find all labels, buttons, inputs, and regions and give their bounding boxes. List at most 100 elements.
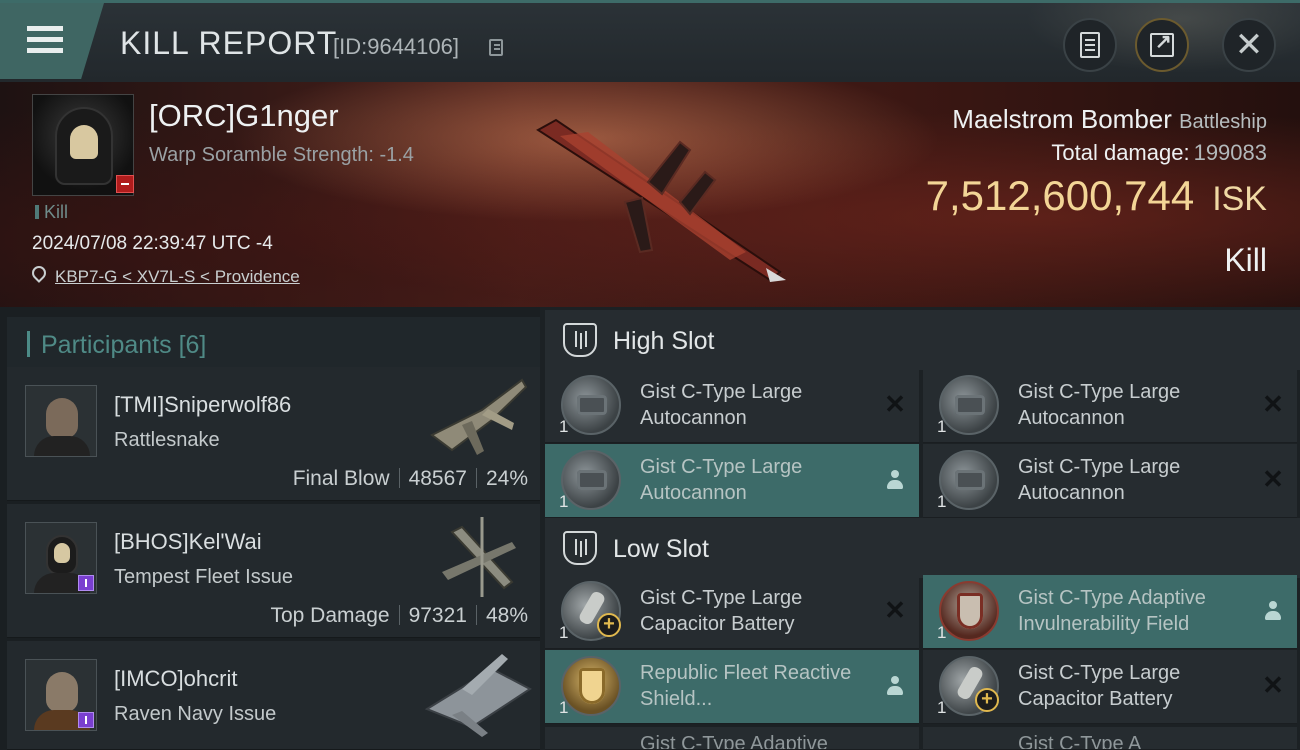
module-quantity: 1 bbox=[937, 623, 947, 642]
participant-damage-percent: 48% bbox=[485, 604, 528, 627]
avatar-body bbox=[34, 436, 90, 456]
participant-card[interactable]: [BHOS]Kel'Wai Tempest Fleet Issue Top Da… bbox=[7, 504, 540, 638]
warp-scramble-strength: Warp Soramble Strength: -1.4 bbox=[149, 144, 414, 166]
avatar-head bbox=[46, 672, 78, 712]
module-item[interactable]: Gist C-Type A bbox=[923, 727, 1297, 750]
module-item[interactable]: 1 Republic Fleet Reactive Shield... bbox=[545, 650, 919, 724]
low-slot-title: Low Slot bbox=[613, 535, 709, 563]
share-icon bbox=[1150, 29, 1174, 57]
module-quantity: 1 bbox=[559, 698, 569, 717]
module-quantity: 1 bbox=[937, 698, 947, 717]
module-name: Gist C-Type Adaptive bbox=[640, 733, 828, 750]
participants-header: Participants [6] bbox=[7, 317, 540, 372]
participants-count: [6] bbox=[178, 331, 207, 359]
avatar-mask bbox=[54, 543, 70, 563]
low-slot-icon bbox=[563, 531, 597, 565]
report-id: [ID:9644106] bbox=[333, 34, 459, 59]
total-damage: Total damage: 199083 bbox=[1051, 140, 1267, 166]
participant-damage: 97321 bbox=[408, 604, 467, 627]
destroyed-icon: ✕ bbox=[1262, 670, 1284, 700]
module-item[interactable]: + 1 Gist C-Type Large Capacitor Battery … bbox=[923, 650, 1297, 724]
destroyed-icon: ✕ bbox=[884, 595, 906, 625]
victim-ship-image bbox=[536, 118, 786, 282]
close-icon: ✕ bbox=[1234, 26, 1264, 64]
low-slot-header: Low Slot bbox=[545, 518, 1300, 578]
participant-avatar bbox=[25, 385, 97, 457]
participant-card[interactable]: [IMCO]ohcrit Raven Navy Issue bbox=[7, 641, 540, 750]
victim-ship[interactable]: Maelstrom Bomber Battleship bbox=[952, 104, 1267, 135]
module-item[interactable]: Gist C-Type Adaptive bbox=[545, 727, 919, 750]
kill-result: Kill bbox=[1224, 242, 1267, 278]
ship-name: Maelstrom Bomber bbox=[952, 104, 1172, 134]
plus-icon: + bbox=[975, 688, 999, 712]
module-item[interactable]: 1 Gist C-Type Large Autocannon ✕ bbox=[923, 369, 1297, 443]
participant-card[interactable]: [TMI]Sniperwolf86 Rattlesnake Final Blow… bbox=[7, 367, 540, 501]
hostile-badge-icon bbox=[116, 175, 134, 193]
destroyed-icon: ✕ bbox=[884, 389, 906, 419]
menu-button[interactable] bbox=[0, 3, 104, 79]
avatar-mask bbox=[70, 125, 98, 159]
participant-damage-percent: 24% bbox=[485, 467, 528, 490]
participant-name: [IMCO]ohcrit bbox=[114, 666, 238, 691]
hamburger-icon-line bbox=[27, 37, 63, 42]
module-name: Republic Fleet Reactive Shield... bbox=[640, 662, 852, 710]
module-item[interactable]: 1 Gist C-Type Large Autocannon bbox=[545, 444, 919, 518]
clipboard-button[interactable] bbox=[1063, 18, 1117, 72]
module-item[interactable]: 1 Gist C-Type Adaptive Invulnerability F… bbox=[923, 575, 1297, 649]
total-damage-value: 199083 bbox=[1193, 140, 1267, 165]
module-item[interactable]: 1 Gist C-Type Large Autocannon ✕ bbox=[545, 369, 919, 443]
module-name: Gist C-Type Large Autocannon bbox=[1018, 456, 1181, 504]
module-name: Gist C-Type Large Capacitor Battery bbox=[1018, 662, 1181, 710]
copy-id-icon[interactable] bbox=[489, 39, 503, 56]
module-name: Gist C-Type Adaptive Invulnerability Fie… bbox=[1018, 587, 1206, 635]
participant-ship-image bbox=[442, 517, 516, 597]
info-badge-icon bbox=[78, 575, 94, 591]
participants-label: Participants bbox=[41, 331, 172, 359]
kill-tag: Kill bbox=[35, 202, 68, 223]
module-quantity: 1 bbox=[559, 623, 569, 642]
victim-name[interactable]: [ORC]G1nger bbox=[149, 98, 339, 134]
participant-stats: Top Damage 97321 48% bbox=[270, 604, 528, 628]
location-pin-icon bbox=[29, 263, 49, 283]
module-item[interactable]: + 1 Gist C-Type Large Capacitor Battery … bbox=[545, 575, 919, 649]
autocannon-icon bbox=[939, 450, 999, 510]
participant-ship-image bbox=[430, 378, 528, 455]
participant-damage: 48567 bbox=[408, 467, 467, 490]
page-title: KILL REPORT bbox=[120, 25, 338, 61]
share-button[interactable] bbox=[1135, 18, 1189, 72]
module-quantity: 1 bbox=[937, 492, 947, 511]
kill-timestamp: 2024/07/08 22:39:47 UTC -4 bbox=[32, 233, 273, 254]
module-quantity: 1 bbox=[559, 417, 569, 436]
module-name: Gist C-Type Large Autocannon bbox=[1018, 381, 1181, 429]
autocannon-icon bbox=[561, 450, 621, 510]
participant-name: [TMI]Sniperwolf86 bbox=[114, 392, 292, 417]
divider bbox=[398, 468, 400, 488]
participant-avatar bbox=[25, 522, 97, 594]
isk-amount: 7,512,600,744 bbox=[925, 172, 1195, 219]
destroyed-icon: ✕ bbox=[1262, 464, 1284, 494]
destroyed-icon: ✕ bbox=[1262, 389, 1284, 419]
dropped-user-icon bbox=[1264, 601, 1282, 623]
top-bar: KILL REPORT [ID:9644106] ✕ bbox=[0, 0, 1300, 82]
module-item[interactable]: 1 Gist C-Type Large Autocannon ✕ bbox=[923, 444, 1297, 518]
module-quantity: 1 bbox=[559, 492, 569, 511]
autocannon-icon bbox=[561, 375, 621, 435]
close-button[interactable]: ✕ bbox=[1222, 18, 1276, 72]
module-quantity: 1 bbox=[937, 417, 947, 436]
participant-role: Final Blow bbox=[292, 467, 390, 490]
invulnerability-field-icon bbox=[939, 581, 999, 641]
kill-location-link[interactable]: KBP7-G < XV7L-S < Providence bbox=[55, 267, 300, 287]
isk-value: 7,512,600,744 ISK bbox=[926, 172, 1267, 220]
module-name: Gist C-Type A bbox=[1018, 733, 1142, 750]
fitting-panel: High Slot 1 Gist C-Type Large Autocannon… bbox=[540, 307, 1300, 750]
module-name: Gist C-Type Large Autocannon bbox=[640, 456, 803, 504]
info-badge-icon bbox=[78, 712, 94, 728]
module-name: Gist C-Type Large Capacitor Battery bbox=[640, 587, 803, 635]
participant-avatar bbox=[25, 659, 97, 731]
high-slot-title: High Slot bbox=[613, 327, 715, 355]
divider bbox=[475, 468, 477, 488]
participant-name: [BHOS]Kel'Wai bbox=[114, 529, 262, 554]
high-slot-header: High Slot bbox=[545, 310, 1300, 370]
participant-ship: Tempest Fleet Issue bbox=[114, 566, 293, 588]
participant-ship: Rattlesnake bbox=[114, 429, 220, 451]
